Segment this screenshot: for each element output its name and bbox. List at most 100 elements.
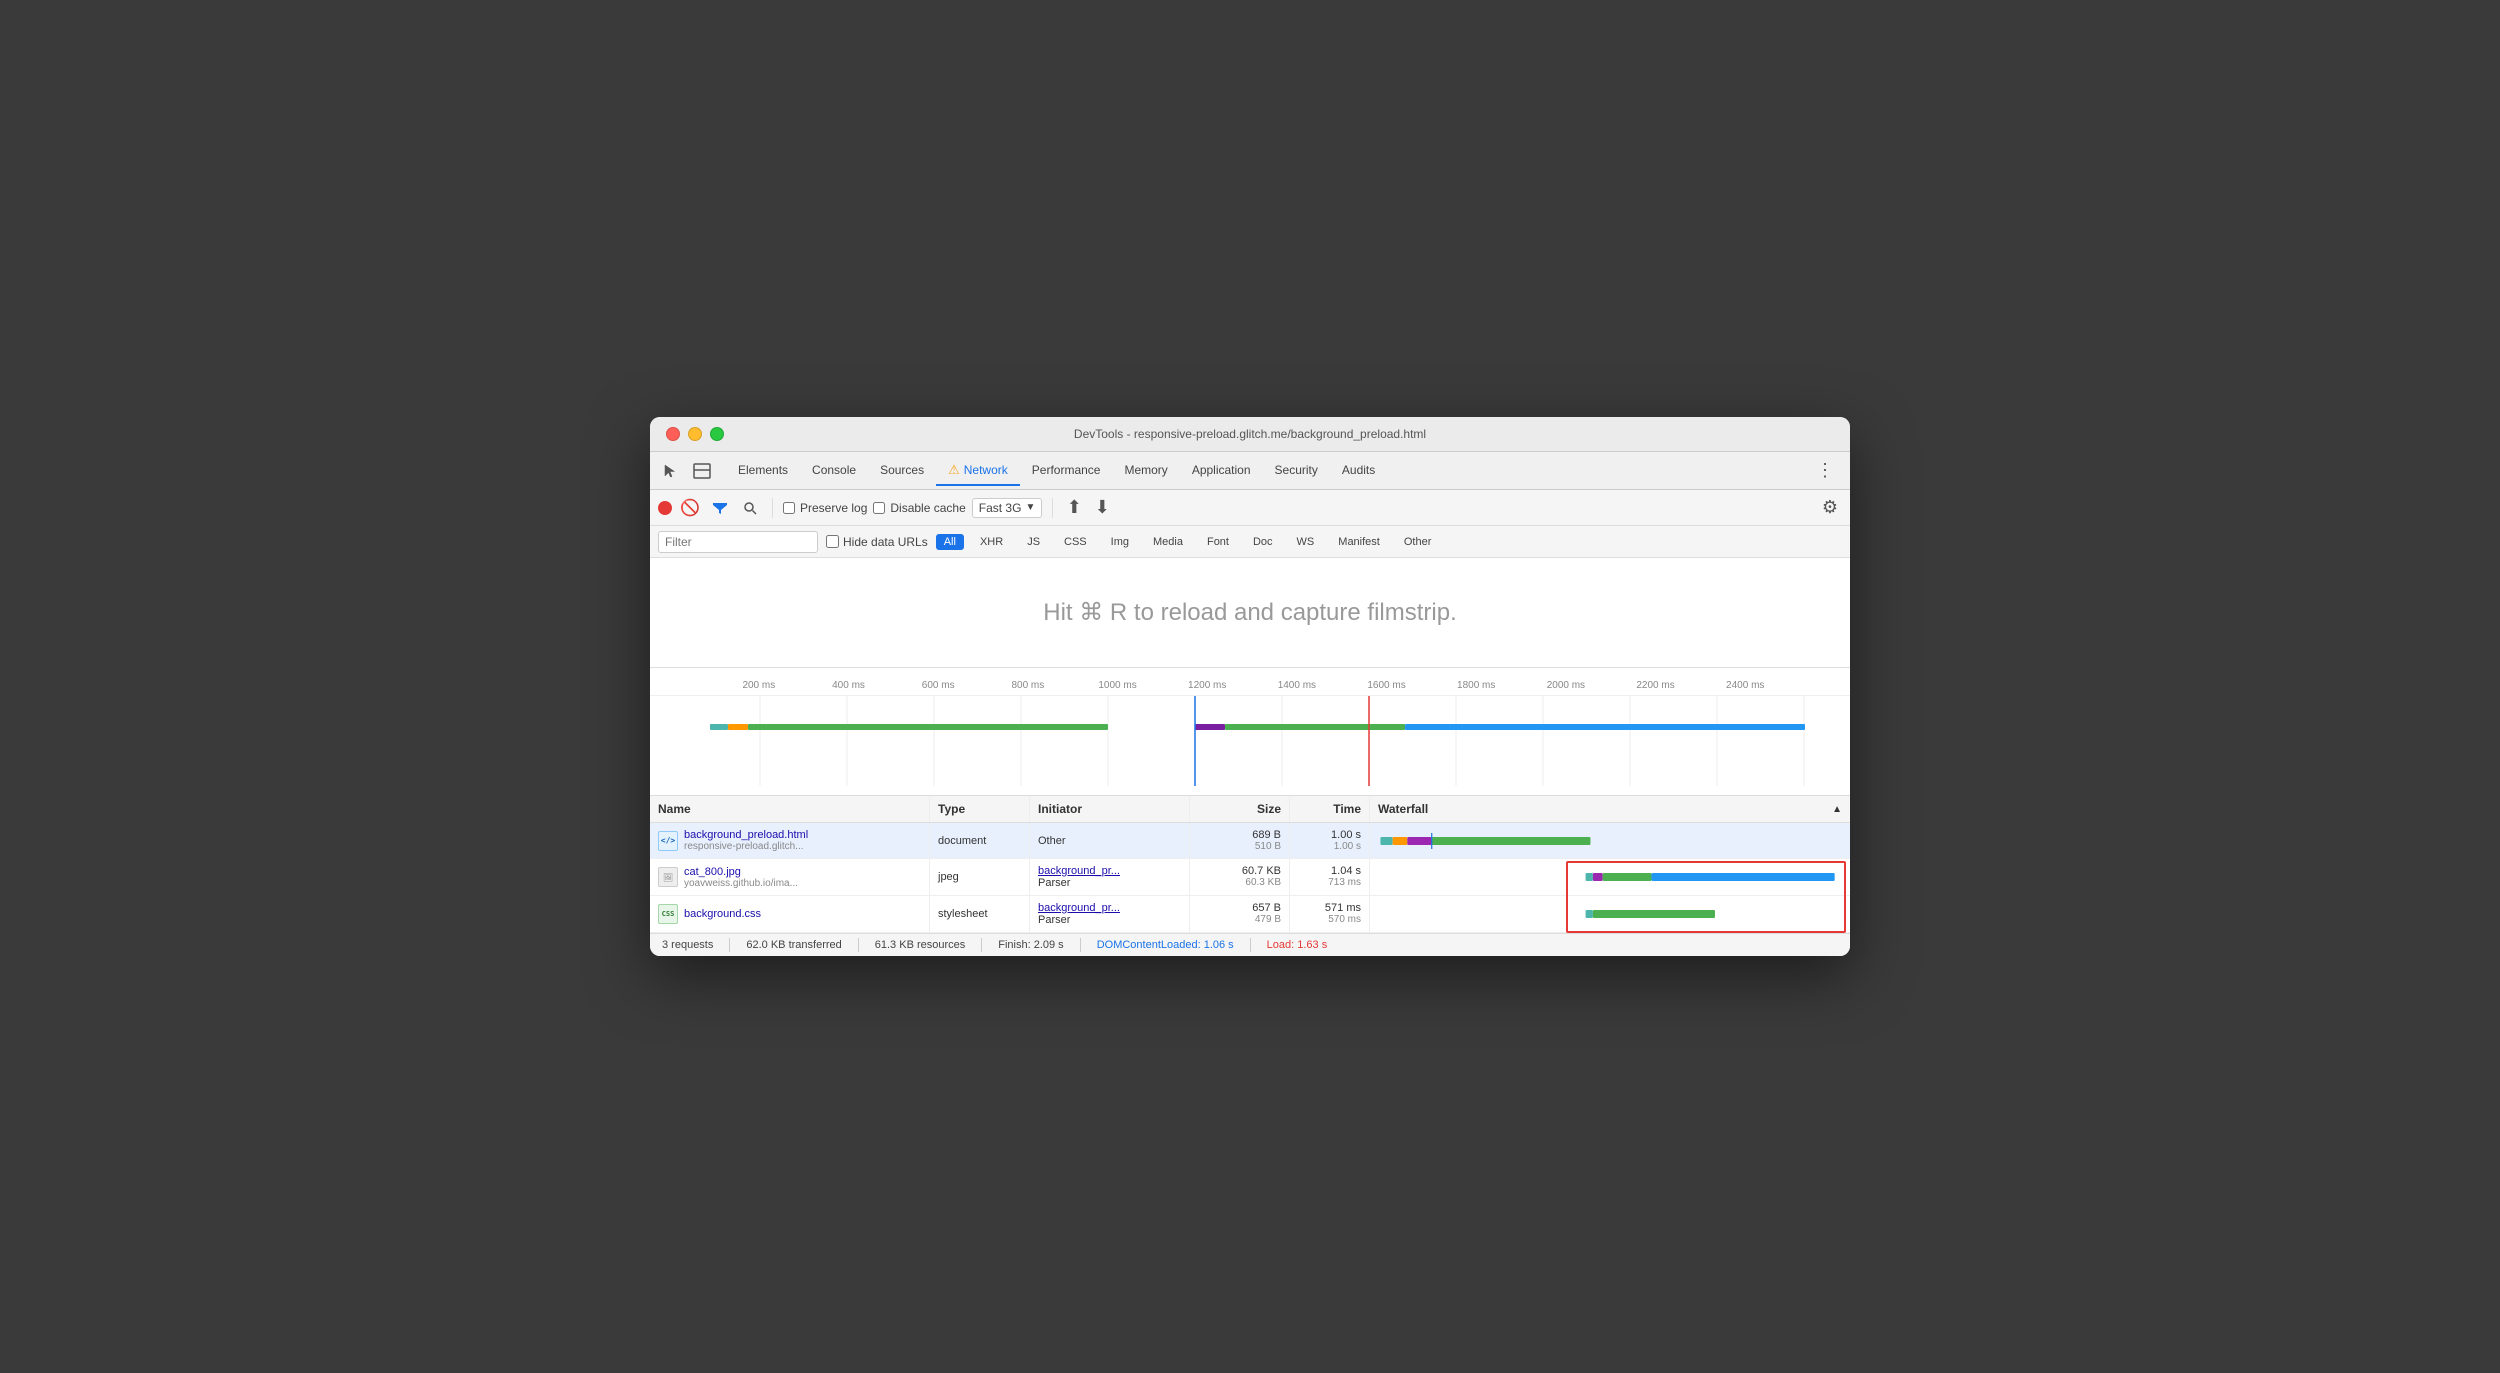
row-2-initiator-link[interactable]: background_pr... [1038,865,1181,877]
network-toolbar: 🚫 Preserve log Disable cache Fast 3G ▼ ⬆ [650,490,1850,526]
col-header-name: Name [650,796,930,822]
status-resources: 61.3 KB resources [875,939,966,951]
row-2-time: 1.04 s 713 ms [1298,865,1361,888]
table-header: Name Type Initiator Size Time Waterfall … [650,796,1850,823]
tab-sources[interactable]: Sources [868,457,936,485]
filter-btn-xhr[interactable]: XHR [972,534,1011,550]
throttle-select[interactable]: Fast 3G ▼ [972,498,1043,518]
tab-memory[interactable]: Memory [1112,457,1179,485]
warning-icon: ⚠ [948,462,960,478]
row-2-filename: cat_800.jpg [684,866,798,878]
row-3-size: 657 B 479 B [1198,902,1281,925]
tab-network[interactable]: ⚠ Network [936,456,1020,486]
tick-400: 400 ms [804,680,894,691]
hide-data-urls-label[interactable]: Hide data URLs [826,535,928,549]
tick-2000: 2000 ms [1521,680,1611,691]
row-2-waterfall [1370,859,1850,895]
row-2-domain: yoavweiss.github.io/ima... [684,878,798,889]
table-row[interactable]: 🖼 cat_800.jpg yoavweiss.github.io/ima...… [650,859,1850,896]
tab-console[interactable]: Console [800,457,868,485]
table-row[interactable]: </> background_preload.html responsive-p… [650,823,1850,859]
row-2-name-cell: 🖼 cat_800.jpg yoavweiss.github.io/ima... [650,859,930,895]
status-load: Load: 1.63 s [1267,939,1328,951]
chevron-down-icon: ▼ [1025,502,1035,513]
disable-cache-checkbox[interactable] [873,502,885,514]
tick-600: 600 ms [893,680,983,691]
preserve-log-checkbox[interactable] [783,502,795,514]
tick-200: 200 ms [714,680,804,691]
filter-row: Hide data URLs All XHR JS CSS Img Media … [650,526,1850,558]
filter-btn-font[interactable]: Font [1199,534,1237,550]
record-button[interactable] [658,501,672,515]
timeline-area: 200 ms 400 ms 600 ms 800 ms 1000 ms 1200… [650,668,1850,796]
row-1-waterfall [1370,823,1850,858]
row-1-filename: background_preload.html [684,829,808,841]
traffic-lights [666,427,724,441]
maximize-button[interactable] [710,427,724,441]
filter-btn-js[interactable]: JS [1019,534,1048,550]
separator-1 [772,498,773,518]
disable-cache-label[interactable]: Disable cache [873,501,965,515]
settings-button[interactable]: ⚙ [1818,496,1842,520]
status-bar: 3 requests 62.0 KB transferred 61.3 KB r… [650,933,1850,956]
search-button[interactable] [738,496,762,520]
filter-btn-manifest[interactable]: Manifest [1330,534,1388,550]
tab-performance[interactable]: Performance [1020,457,1113,485]
filter-btn-img[interactable]: Img [1103,534,1137,550]
toolbar-right: ⚙ [1818,496,1842,520]
hide-data-urls-checkbox[interactable] [826,535,839,548]
dock-icon[interactable] [690,459,714,483]
filmstrip-message: Hit ⌘ R to reload and capture filmstrip. [670,598,1830,627]
html-file-icon: </> [658,831,678,851]
cursor-icon[interactable] [658,459,682,483]
close-button[interactable] [666,427,680,441]
tick-1600: 1600 ms [1342,680,1432,691]
more-tabs-button[interactable]: ⋮ [1808,456,1842,485]
tick-800: 800 ms [983,680,1073,691]
tab-audits[interactable]: Audits [1330,457,1387,485]
row-3-initiator-link[interactable]: background_pr... [1038,902,1181,914]
tick-1400: 1400 ms [1252,680,1342,691]
upload-button[interactable]: ⬆ [1063,497,1085,519]
filter-btn-ws[interactable]: WS [1289,534,1323,550]
tab-security[interactable]: Security [1263,457,1330,485]
row-2-name-text: cat_800.jpg yoavweiss.github.io/ima... [684,866,798,889]
row-2-size-primary: 60.7 KB [1242,865,1281,877]
row-1-size-cell: 689 B 510 B [1190,823,1290,858]
preserve-log-label[interactable]: Preserve log [783,501,867,515]
filter-btn-all[interactable]: All [936,534,964,550]
filter-btn-css[interactable]: CSS [1056,534,1095,550]
devtools-window: DevTools - responsive-preload.glitch.me/… [650,417,1850,956]
row-3-type: stylesheet [930,896,1030,932]
clear-button[interactable]: 🚫 [678,496,702,520]
filter-btn-doc[interactable]: Doc [1245,534,1281,550]
filter-input[interactable] [658,531,818,553]
tick-2400: 2400 ms [1700,680,1790,691]
row-1-name-text: background_preload.html responsive-prelo… [684,829,808,852]
table-row[interactable]: CSS background.css stylesheet background… [650,896,1850,933]
row-3-time-cell: 571 ms 570 ms [1290,896,1370,932]
row-2-size-secondary: 60.3 KB [1245,877,1281,888]
row-2-type: jpeg [930,859,1030,895]
row-3-time-secondary: 570 ms [1328,914,1361,925]
status-dom-content-loaded: DOMContentLoaded: 1.06 s [1097,939,1234,951]
minimize-button[interactable] [688,427,702,441]
row-1-name-cell: </> background_preload.html responsive-p… [650,823,930,858]
download-button[interactable]: ⬇ [1091,497,1113,519]
row-2-time-primary: 1.04 s [1331,865,1361,877]
tab-application[interactable]: Application [1180,457,1263,485]
row-3-name-text: background.css [684,908,761,920]
separator [729,938,730,952]
row-2-time-secondary: 713 ms [1328,877,1361,888]
filter-btn-other[interactable]: Other [1396,534,1440,550]
separator [1080,938,1081,952]
row-2-initiator: background_pr... Parser [1030,859,1190,895]
row-3-name-cell: CSS background.css [650,896,930,932]
filter-toggle-button[interactable] [708,496,732,520]
row-3-size-primary: 657 B [1252,902,1281,914]
filter-btn-media[interactable]: Media [1145,534,1191,550]
tab-elements[interactable]: Elements [726,457,800,485]
tabs-row: Elements Console Sources ⚠ Network Perfo… [650,452,1850,490]
row-3-time-primary: 571 ms [1325,902,1361,914]
separator [981,938,982,952]
